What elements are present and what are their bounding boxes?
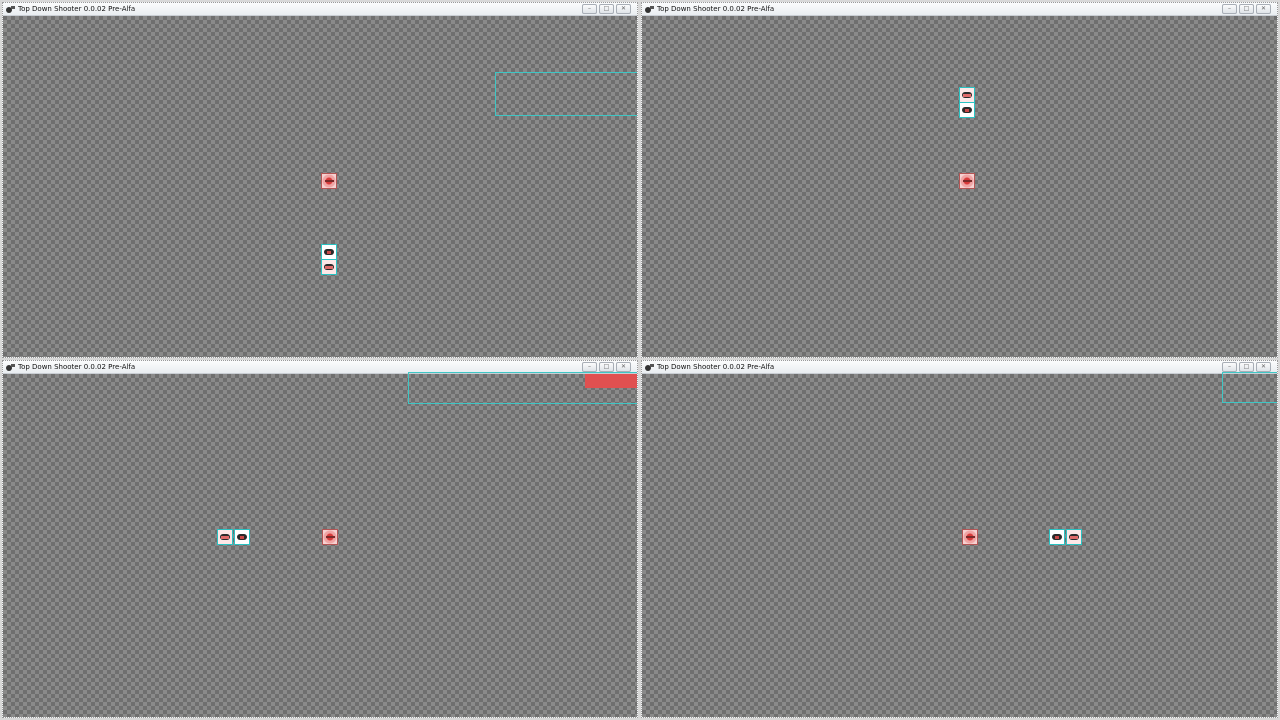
- enemy-sprite: [959, 87, 975, 103]
- enemy-sprite: [321, 259, 337, 275]
- title-bar[interactable]: Top Down Shooter 0.0.02 Pre-Alfa – □ ✕: [3, 3, 637, 16]
- player-sprite: [321, 244, 337, 260]
- title-bar[interactable]: Top Down Shooter 0.0.02 Pre-Alfa – □ ✕: [642, 3, 1277, 16]
- minimize-button[interactable]: –: [1222, 362, 1237, 372]
- player-sprite: [234, 529, 250, 545]
- maximize-button[interactable]: □: [599, 362, 614, 372]
- player-sprite: [1049, 529, 1065, 545]
- app-icon: [6, 6, 15, 13]
- health-bar: [585, 374, 637, 388]
- caption-buttons: – □ ✕: [1220, 362, 1271, 372]
- close-button[interactable]: ✕: [616, 362, 631, 372]
- window-title: Top Down Shooter 0.0.02 Pre-Alfa: [18, 5, 136, 13]
- game-canvas[interactable]: [3, 16, 637, 357]
- target-sprite: [322, 529, 338, 545]
- enemy-sprite: [1066, 529, 1082, 545]
- game-window-2: Top Down Shooter 0.0.02 Pre-Alfa – □ ✕: [641, 2, 1278, 358]
- target-sprite: [321, 173, 337, 189]
- maximize-button[interactable]: □: [1239, 362, 1254, 372]
- game-canvas[interactable]: [642, 16, 1277, 357]
- caption-buttons: – □ ✕: [1220, 4, 1271, 14]
- close-button[interactable]: ✕: [616, 4, 631, 14]
- game-window-1: Top Down Shooter 0.0.02 Pre-Alfa – □ ✕: [2, 2, 638, 358]
- window-title: Top Down Shooter 0.0.02 Pre-Alfa: [657, 5, 775, 13]
- app-icon: [645, 364, 654, 371]
- app-icon: [6, 364, 15, 371]
- caption-buttons: – □ ✕: [580, 362, 631, 372]
- game-window-3: Top Down Shooter 0.0.02 Pre-Alfa – □ ✕: [2, 360, 638, 718]
- maximize-button[interactable]: □: [599, 4, 614, 14]
- minimize-button[interactable]: –: [582, 362, 597, 372]
- selection-rectangle: [1222, 372, 1277, 403]
- target-sprite: [959, 173, 975, 189]
- enemy-sprite: [217, 529, 233, 545]
- target-sprite: [962, 529, 978, 545]
- minimize-button[interactable]: –: [582, 4, 597, 14]
- title-bar[interactable]: Top Down Shooter 0.0.02 Pre-Alfa – □ ✕: [642, 361, 1277, 374]
- close-button[interactable]: ✕: [1256, 4, 1271, 14]
- minimize-button[interactable]: –: [1222, 4, 1237, 14]
- maximize-button[interactable]: □: [1239, 4, 1254, 14]
- selection-rectangle: [495, 72, 637, 116]
- game-canvas[interactable]: [642, 372, 1277, 717]
- window-title: Top Down Shooter 0.0.02 Pre-Alfa: [18, 363, 136, 371]
- window-title: Top Down Shooter 0.0.02 Pre-Alfa: [657, 363, 775, 371]
- game-canvas[interactable]: [3, 372, 637, 717]
- player-sprite: [959, 102, 975, 118]
- close-button[interactable]: ✕: [1256, 362, 1271, 372]
- caption-buttons: – □ ✕: [580, 4, 631, 14]
- app-icon: [645, 6, 654, 13]
- game-window-4: Top Down Shooter 0.0.02 Pre-Alfa – □ ✕: [641, 360, 1278, 718]
